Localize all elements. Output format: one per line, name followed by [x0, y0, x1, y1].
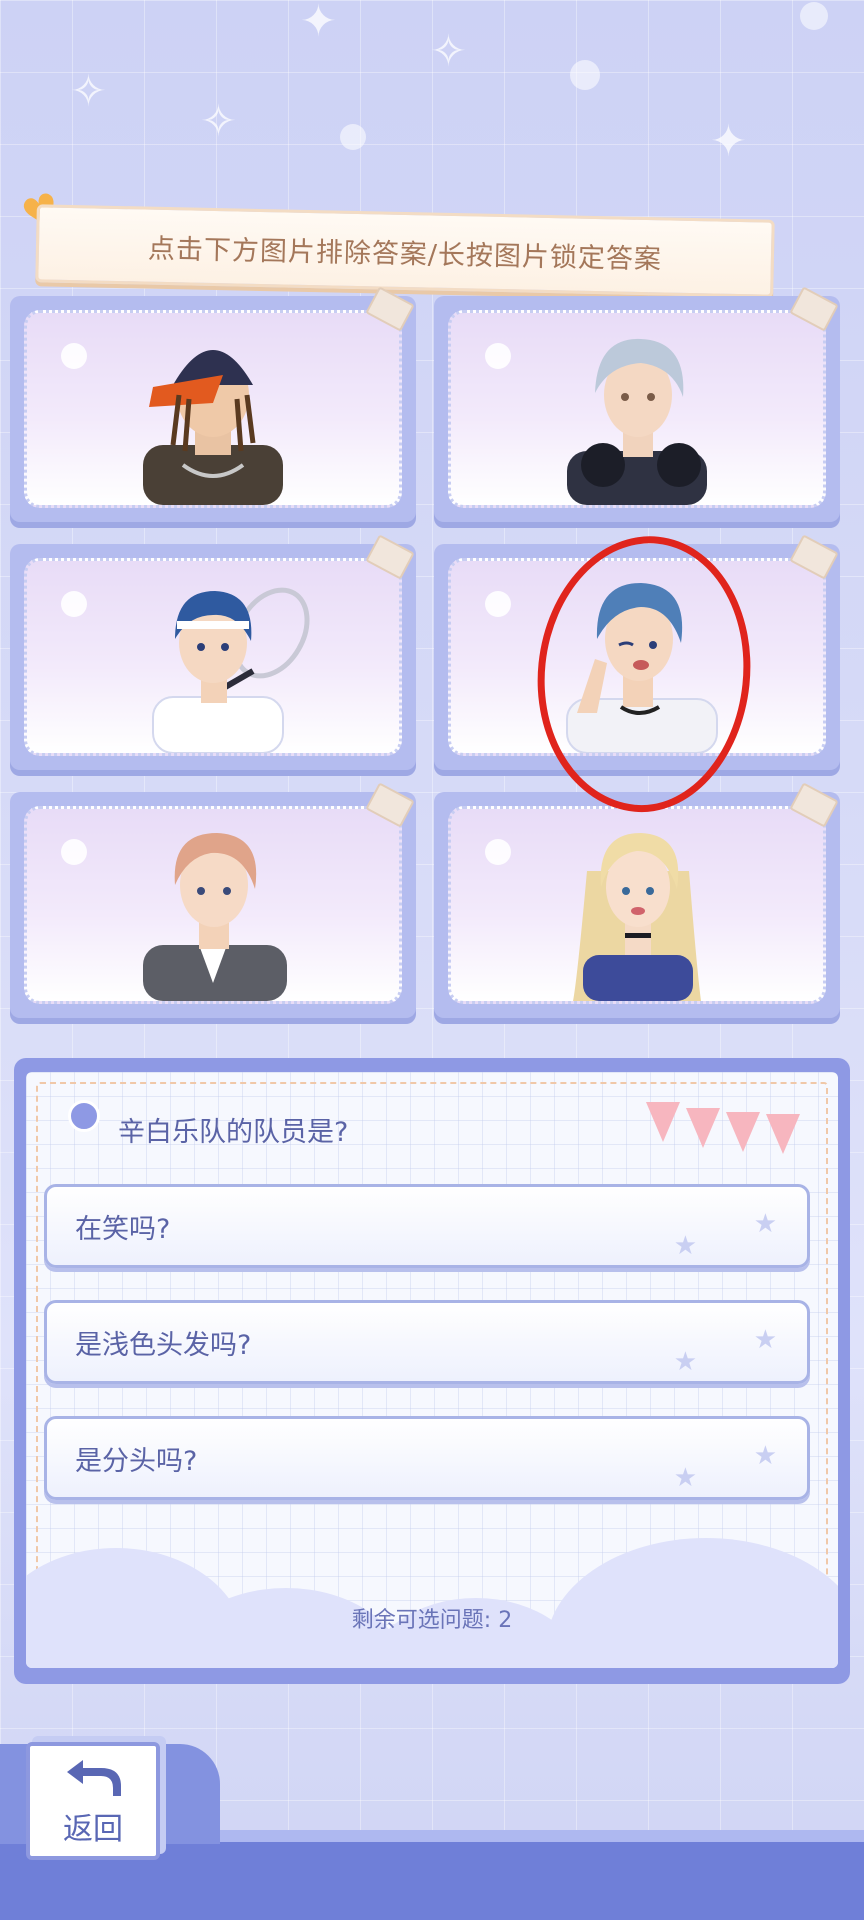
tennis-boy-portrait: [152, 587, 310, 753]
back-button[interactable]: 返回: [26, 1742, 160, 1860]
background-sparkle: ✧: [70, 66, 107, 117]
option-label: 在笑吗?: [75, 1213, 171, 1245]
option-side-part-button[interactable]: 是分头吗? ★ ★: [44, 1416, 810, 1500]
star-icon: ★: [673, 1463, 697, 1493]
pennant-flag-icon: [646, 1102, 680, 1142]
question-panel-paper: 辛白乐队的队员是? 在笑吗? ★ ★ 是浅色头发吗? ★ ★ 是分头吗? ★ ★…: [26, 1072, 838, 1668]
card-frame: [24, 310, 402, 508]
pennant-flag-icon: [726, 1112, 760, 1152]
portrait-card-1[interactable]: [10, 286, 416, 522]
instruction-text: 点击下方图片排除答案/长按图片锁定答案: [147, 233, 663, 275]
remaining-questions-count: 剩余可选问题: 2: [351, 1608, 513, 1633]
option-light-hair-button[interactable]: 是浅色头发吗? ★ ★: [44, 1300, 810, 1384]
card-frame: [24, 806, 402, 1004]
background-sparkle: ✧: [200, 96, 237, 147]
star-icon: ★: [753, 1209, 777, 1239]
star-icon: ★: [673, 1231, 697, 1261]
background-dot: [800, 2, 828, 30]
option-label: 是浅色头发吗?: [75, 1329, 252, 1361]
silver-haired-man-portrait: [567, 338, 707, 505]
background-sparkle: ✦: [300, 0, 337, 47]
man-with-cap-portrait: [143, 350, 283, 505]
instruction-banner: 点击下方图片排除答案/长按图片锁定答案: [35, 204, 775, 298]
card-frame: [448, 310, 826, 508]
blonde-woman-portrait: [573, 833, 701, 1001]
pin-icon: [68, 1100, 100, 1132]
background-sparkle: ✧: [430, 26, 467, 77]
return-arrow-icon: [67, 1760, 121, 1796]
question-text: 辛白乐队的队员是?: [118, 1117, 349, 1148]
portrait-card-5[interactable]: [10, 782, 416, 1018]
portrait-card-6[interactable]: [434, 782, 840, 1018]
option-smiling-button[interactable]: 在笑吗? ★ ★: [44, 1184, 810, 1268]
pennant-flag-icon: [766, 1114, 800, 1154]
star-icon: ★: [753, 1325, 777, 1355]
portrait-card-2[interactable]: [434, 286, 840, 522]
star-icon: ★: [753, 1441, 777, 1471]
pink-haired-man-portrait: [143, 833, 287, 1001]
option-label: 是分头吗?: [75, 1445, 198, 1477]
card-frame: [448, 806, 826, 1004]
cloud-decoration: [26, 1488, 838, 1668]
question-panel: 辛白乐队的队员是? 在笑吗? ★ ★ 是浅色头发吗? ★ ★ 是分头吗? ★ ★…: [14, 1058, 850, 1684]
background-dot: [340, 124, 366, 150]
pennant-flag-icon: [686, 1108, 720, 1148]
back-label: 返回: [63, 1812, 123, 1847]
card-frame: [24, 558, 402, 756]
star-icon: ★: [673, 1347, 697, 1377]
background-sparkle: ✦: [710, 116, 747, 167]
portrait-card-3[interactable]: [10, 534, 416, 770]
background-dot: [570, 60, 600, 90]
